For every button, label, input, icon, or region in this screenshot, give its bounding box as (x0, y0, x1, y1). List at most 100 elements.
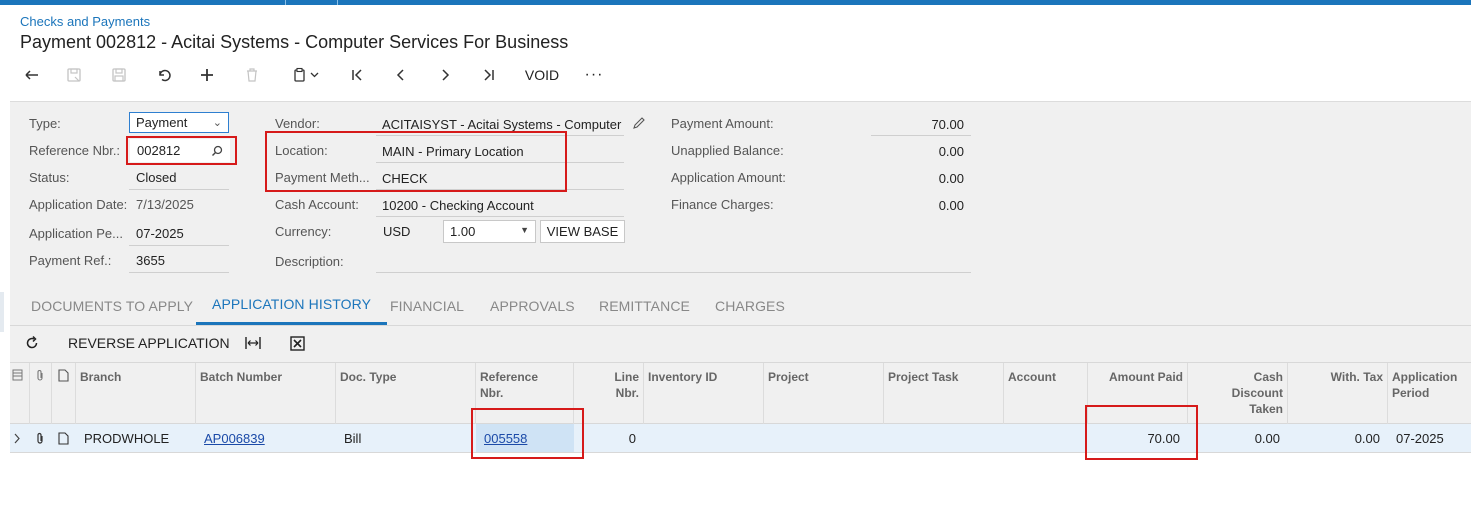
tab-remittance[interactable]: REMITTANCE (583, 286, 706, 325)
tab-application-history[interactable]: APPLICATION HISTORY (196, 286, 388, 325)
reference-nbr-link[interactable]: 005558 (484, 431, 527, 446)
cash-account-value[interactable]: 10200 - Checking Account (382, 198, 534, 213)
cell-with-tax: 0.00 (1354, 430, 1380, 446)
column-header-line-nbr[interactable]: Line Nbr. (574, 363, 644, 424)
prev-record-button[interactable] (389, 62, 413, 88)
row-note-button[interactable] (54, 424, 76, 452)
refresh-button[interactable] (24, 331, 40, 355)
cell-doc-type: Bill (344, 430, 362, 446)
cell-amount-paid: 70.00 (1147, 430, 1180, 446)
currency-field[interactable]: USD (376, 220, 439, 243)
save-button[interactable] (107, 62, 131, 88)
chevron-down-icon: ⌄ (212, 117, 222, 129)
column-header-with-tax[interactable]: With. Tax (1288, 363, 1388, 424)
tab-financial[interactable]: FINANCIAL (374, 286, 480, 325)
delete-icon (247, 68, 257, 82)
header-line: Nbr. (615, 386, 639, 400)
delete-button[interactable] (240, 62, 264, 88)
field-underline (129, 245, 229, 246)
description-field[interactable] (376, 272, 971, 273)
export-excel-button[interactable] (290, 331, 305, 355)
application-period-value[interactable]: 07-2025 (136, 226, 184, 241)
column-header-reference-nbr[interactable]: Reference Nbr. (476, 363, 574, 424)
topbar-divider (337, 0, 338, 5)
tab-documents-to-apply[interactable]: DOCUMENTS TO APPLY (15, 286, 209, 325)
more-actions-button[interactable]: ··· (580, 62, 608, 88)
tab-charges[interactable]: CHARGES (699, 286, 801, 325)
top-accent-bar (0, 0, 1471, 5)
excel-export-icon (290, 335, 305, 351)
expand-row-button[interactable] (10, 424, 30, 452)
main-toolbar: VOID ··· (12, 62, 712, 88)
cell-cash-discount-taken: 0.00 (1254, 430, 1280, 446)
cell-reference-nbr[interactable]: 005558 (480, 424, 574, 452)
unapplied-balance-label: Unapplied Balance: (671, 143, 784, 158)
chevron-right-icon (14, 433, 20, 443)
column-header-cash-discount-taken[interactable]: Cash Discount Taken (1188, 363, 1288, 424)
void-button[interactable]: VOID (520, 62, 564, 88)
type-value: Payment (136, 115, 188, 130)
copy-paste-menu-button[interactable] (284, 62, 328, 88)
field-underline (376, 135, 624, 136)
column-header-application-period[interactable]: Application Period (1388, 363, 1471, 424)
reverse-application-button[interactable]: REVERSE APPLICATION (68, 331, 230, 355)
column-header-project[interactable]: Project (764, 363, 884, 424)
undo-button[interactable] (152, 62, 176, 88)
fit-columns-icon (245, 337, 261, 349)
column-header-batch-number[interactable]: Batch Number (196, 363, 336, 424)
breadcrumb[interactable]: Checks and Payments (20, 14, 150, 29)
currency-rate-select[interactable]: 1.00 ▼ (443, 220, 536, 243)
search-icon[interactable] (211, 145, 223, 157)
back-button[interactable] (20, 62, 44, 88)
currency-value: USD (383, 224, 411, 239)
reference-nbr-field[interactable]: 002812 (130, 139, 230, 162)
back-icon (25, 70, 38, 80)
column-selector-header[interactable] (10, 363, 30, 424)
last-record-button[interactable] (477, 62, 501, 88)
currency-rate-value: 1.00 (450, 224, 476, 239)
tab-approvals[interactable]: APPROVALS (474, 286, 591, 325)
type-label: Type: (29, 116, 61, 131)
first-record-button[interactable] (345, 62, 369, 88)
batch-number-link[interactable]: AP006839 (204, 431, 265, 446)
save-icon (112, 68, 126, 82)
prev-icon (396, 69, 404, 81)
column-header-inventory-id[interactable]: Inventory ID (644, 363, 764, 424)
header-line: Taken (1249, 402, 1283, 416)
next-record-button[interactable] (433, 62, 457, 88)
add-button[interactable] (195, 62, 219, 88)
column-header-doc-type[interactable]: Doc. Type (336, 363, 476, 424)
copy-paste-icon (294, 67, 319, 82)
column-header-project-task[interactable]: Project Task (884, 363, 1004, 424)
save-close-icon (67, 68, 81, 82)
location-value[interactable]: MAIN - Primary Location (382, 144, 524, 159)
application-period-label: Application Pe... (29, 226, 123, 241)
attachment-header (30, 363, 52, 424)
column-header-account[interactable]: Account (1004, 363, 1088, 424)
payment-amount-label: Payment Amount: (671, 116, 774, 131)
header-line: Cash (1253, 370, 1283, 384)
application-amount-label: Application Amount: (671, 170, 786, 185)
payment-amount-value[interactable]: 70.00 (872, 117, 964, 132)
pencil-icon[interactable] (632, 116, 646, 130)
caret-down-icon: ▼ (520, 225, 529, 235)
field-underline (376, 189, 624, 190)
cell-batch-number[interactable]: AP006839 (200, 424, 336, 452)
table-row[interactable]: PRODWHOLE AP006839 Bill 005558 0 70.00 0… (10, 424, 1471, 453)
view-base-button[interactable]: VIEW BASE (540, 220, 625, 243)
row-attachment-button[interactable] (32, 424, 52, 452)
column-header-branch[interactable]: Branch (76, 363, 196, 424)
column-header-amount-paid[interactable]: Amount Paid (1088, 363, 1188, 424)
header-line: Nbr. (480, 386, 504, 400)
vendor-value[interactable]: ACITAISYST - Acitai Systems - Computer (382, 117, 622, 132)
header-line: Application (1392, 370, 1458, 384)
save-close-button[interactable] (62, 62, 86, 88)
header-line: Discount (1231, 386, 1283, 400)
type-select[interactable]: Payment ⌄ (129, 112, 229, 133)
payment-ref-value[interactable]: 3655 (136, 253, 165, 268)
payment-method-label: Payment Meth... (275, 170, 370, 185)
last-icon (484, 69, 494, 81)
payment-method-value[interactable]: CHECK (382, 171, 428, 186)
finance-charges-label: Finance Charges: (671, 197, 774, 212)
fit-columns-button[interactable] (244, 331, 262, 355)
